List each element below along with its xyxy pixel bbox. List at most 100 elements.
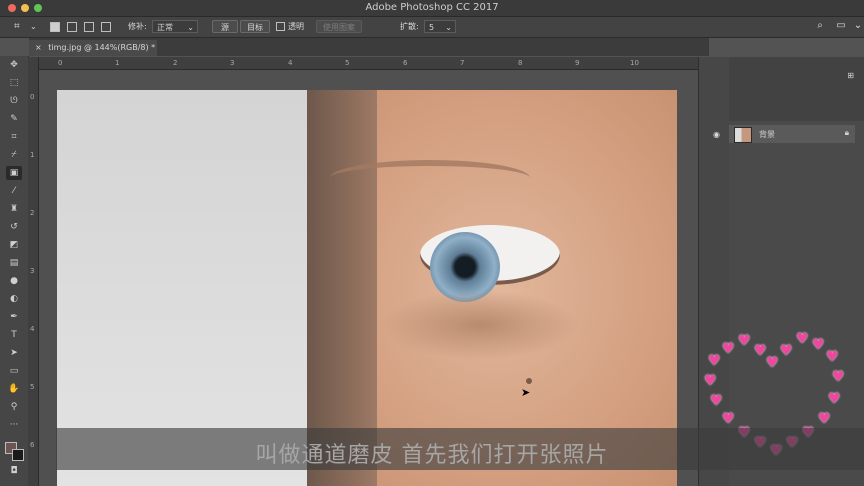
eyedropper-icon[interactable]: ⌿ [6, 148, 22, 162]
patch-mode-select[interactable]: 正常 ⌄ [152, 20, 198, 33]
document-tab-bar: × timg.jpg @ 144%(RGB/8) * [29, 38, 709, 56]
use-pattern-button[interactable]: 使用图案 [316, 20, 362, 33]
title-bar: Adobe Photoshop CC 2017 [0, 0, 864, 17]
ruler-tick: 4 [288, 59, 293, 67]
intersect-selection-icon[interactable] [101, 22, 111, 32]
ruler-tick: 3 [230, 59, 235, 67]
document-image[interactable] [57, 90, 677, 486]
image-face [377, 90, 677, 486]
heart-icon: ♥ [826, 349, 839, 365]
brush-icon[interactable]: ⁄ [6, 184, 22, 198]
layer-name: 背景 [759, 130, 775, 139]
heart-icon: ♥ [722, 411, 735, 427]
heart-icon: ♥ [704, 373, 717, 389]
ruler-tick: 5 [30, 383, 35, 391]
gradient-icon[interactable]: ▤ [6, 256, 22, 270]
crop-icon[interactable]: ⌗ [6, 130, 22, 144]
video-caption: 叫做通道磨皮 首先我们打开张照片 [255, 443, 609, 468]
ruler-tick: 3 [30, 267, 35, 275]
tools-panel: ✥ ⬚ ᘎ ✎ ⌗ ⌿ ▣ ⁄ ♜ ↺ ◩ ▤ ● ◐ ✒ T ➤ ▭ ✋ ⚲ … [0, 56, 29, 486]
move-icon[interactable]: ✥ [6, 58, 22, 72]
hand-icon[interactable]: ✋ [6, 382, 22, 396]
diffusion-value: 5 [429, 23, 435, 32]
workspace-icon[interactable]: ▭ [835, 20, 847, 32]
ruler-tick: 0 [58, 59, 63, 67]
ruler-tick: 1 [115, 59, 120, 67]
new-selection-icon[interactable] [50, 22, 60, 32]
chevron-down-icon: ⌄ [445, 23, 452, 32]
ruler-tick: 2 [173, 59, 178, 67]
image-cheek-shadow [380, 290, 580, 360]
stamp-icon[interactable]: ♜ [6, 202, 22, 216]
marquee-icon[interactable]: ⬚ [6, 76, 22, 90]
chevron-down-icon: ⌄ [187, 23, 194, 32]
patch-icon[interactable]: ▣ [6, 166, 22, 180]
document-tab-label: timg.jpg @ 144%(RGB/8) * [48, 43, 156, 52]
heart-icon: ♥ [812, 337, 825, 353]
transparent-checkbox[interactable] [276, 22, 285, 31]
target-button[interactable]: 目标 [240, 20, 270, 33]
search-icon[interactable]: ⌕ [814, 20, 826, 32]
document-tab[interactable]: × timg.jpg @ 144%(RGB/8) * [29, 40, 157, 56]
ruler-tick: 1 [30, 151, 35, 159]
patch-cursor-icon: ➤ [521, 386, 531, 399]
layer-row[interactable]: ◉ 背景 🔒︎ [713, 125, 855, 143]
chevron-down-icon[interactable]: ⌄ [30, 21, 37, 33]
blur-icon[interactable]: ● [6, 274, 22, 288]
heart-icon: ♥ [818, 411, 831, 427]
diffusion-select[interactable]: 5 ⌄ [424, 20, 456, 33]
transparent-label: 透明 [288, 22, 304, 31]
visibility-eye-icon[interactable]: ◉ [713, 130, 720, 139]
heart-icon: ♥ [754, 343, 767, 359]
ruler-tick: 8 [518, 59, 523, 67]
type-icon[interactable]: T [6, 328, 22, 342]
ruler-tick: 10 [630, 59, 639, 67]
heart-icon: ♥ [722, 341, 735, 357]
ruler-tick: 7 [460, 59, 465, 67]
subtract-selection-icon[interactable] [84, 22, 94, 32]
zoom-icon[interactable]: ⚲ [6, 400, 22, 414]
ruler-tick: 4 [30, 325, 35, 333]
layers-panel-header: ⊞ [729, 57, 864, 121]
ruler-tick: 9 [575, 59, 580, 67]
patch-mode-value: 正常 [157, 23, 173, 32]
layer-thumbnail [734, 127, 752, 143]
history-brush-icon[interactable]: ↺ [6, 220, 22, 234]
ruler-tick: 2 [30, 209, 35, 217]
heart-icon: ♥ [708, 353, 721, 369]
image-skin-spot [526, 378, 532, 384]
add-selection-icon[interactable] [67, 22, 77, 32]
options-bar: ⌗ ⌄ 修补: 正常 ⌄ 源 目标 透明 使用图案 扩散: 5 ⌄ ⌕ ▭ ⌄ [0, 17, 864, 38]
heart-icon: ♥ [832, 369, 845, 385]
horizontal-ruler: 0 1 2 3 4 5 6 7 8 9 10 [38, 57, 698, 70]
lasso-icon[interactable]: ᘎ [6, 94, 22, 108]
eraser-icon[interactable]: ◩ [6, 238, 22, 252]
more-icon[interactable]: ··· [6, 418, 22, 432]
ruler-tick: 0 [30, 93, 35, 101]
heart-icon: ♥ [766, 355, 779, 371]
diffusion-label: 扩散: [400, 22, 419, 31]
patch-label: 修补: [128, 22, 147, 31]
window-title: Adobe Photoshop CC 2017 [365, 2, 499, 13]
lock-icon[interactable]: 🔒︎ [845, 128, 849, 138]
shape-icon[interactable]: ▭ [6, 364, 22, 378]
image-eyebrow [330, 160, 530, 196]
vertical-ruler: 0 1 2 3 4 5 6 [28, 57, 39, 486]
ruler-tick: 5 [345, 59, 350, 67]
tool-preset-icon[interactable]: ⌗ [14, 21, 20, 33]
heart-icon: ♥ [738, 333, 751, 349]
path-select-icon[interactable]: ➤ [6, 346, 22, 360]
heart-icon: ♥ [796, 331, 809, 347]
ruler-tick: 6 [403, 59, 408, 67]
heart-icon: ♥ [828, 391, 841, 407]
close-icon[interactable]: × [35, 43, 42, 52]
source-button[interactable]: 源 [212, 20, 238, 33]
lock-all-icon[interactable]: ⊞ [847, 71, 854, 80]
pen-icon[interactable]: ✒ [6, 310, 22, 324]
chevron-down-icon[interactable]: ⌄ [852, 20, 864, 32]
heart-icon: ♥ [780, 343, 793, 359]
dodge-icon[interactable]: ◐ [6, 292, 22, 306]
image-background [57, 90, 312, 486]
heart-icon: ♥ [710, 393, 723, 409]
quick-select-icon[interactable]: ✎ [6, 112, 22, 126]
